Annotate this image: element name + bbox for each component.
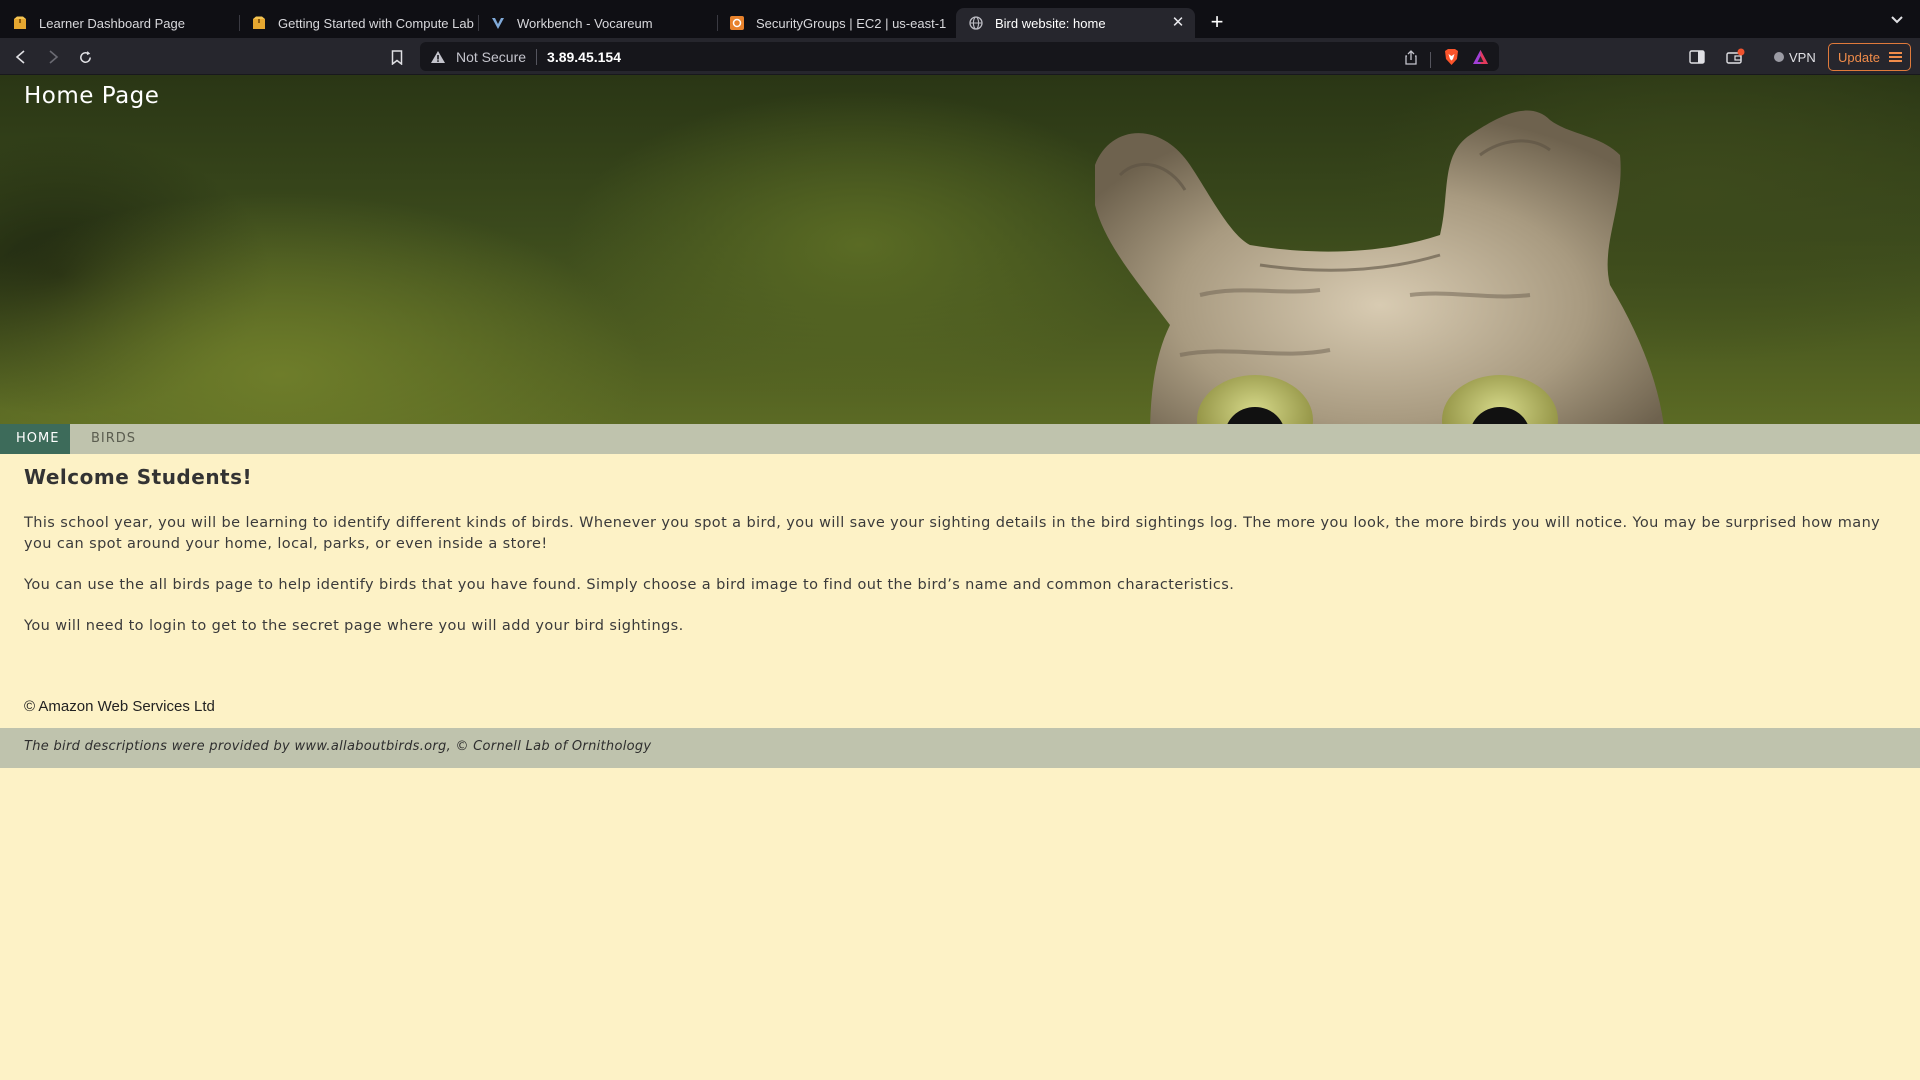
aws-box-icon — [251, 15, 267, 31]
address-bar[interactable]: Not Secure 3.89.45.154 — [420, 42, 1499, 71]
bookmark-icon[interactable] — [385, 45, 409, 69]
main-content: Welcome Students! This school year, you … — [24, 465, 1894, 637]
share-icon[interactable] — [1404, 49, 1418, 70]
vpn-label: VPN — [1789, 49, 1816, 65]
tab-title: Bird website: home — [995, 15, 1106, 31]
tab-title: Getting Started with Compute Lab — [278, 15, 474, 31]
update-label: Update — [1838, 49, 1880, 65]
copyright-text: © Amazon Web Services Ltd — [24, 698, 215, 715]
forward-icon[interactable] — [41, 45, 65, 69]
reload-icon[interactable] — [73, 45, 97, 69]
tab-title: Workbench - Vocareum — [517, 15, 653, 31]
chevron-down-icon[interactable] — [1888, 10, 1906, 28]
brave-rewards-icon[interactable] — [1472, 49, 1489, 70]
login-paragraph: You will need to login to get to the sec… — [24, 618, 684, 634]
aws-box-icon — [12, 15, 28, 31]
globe-icon — [968, 15, 984, 31]
menu-icon — [1889, 52, 1902, 62]
new-tab-button[interactable]: + — [1201, 8, 1233, 38]
tab-title: SecurityGroups | EC2 | us-east-1 — [756, 15, 947, 31]
footer-attribution: The bird descriptions were provided by w… — [24, 739, 652, 754]
nav-home[interactable]: HOME — [0, 424, 70, 454]
nav-birds[interactable]: BIRDS — [75, 424, 152, 454]
sidebar-icon[interactable] — [1685, 45, 1709, 69]
brave-shields-icon[interactable] — [1443, 48, 1460, 71]
site-nav: HOME BIRDS — [0, 424, 1920, 454]
intro-paragraph: This school year, you will be learning t… — [24, 515, 1881, 552]
url-text[interactable]: 3.89.45.154 — [547, 49, 621, 65]
update-button[interactable]: Update — [1828, 43, 1911, 71]
tab-security-groups[interactable]: SecurityGroups | EC2 | us-east-1 — [717, 8, 956, 38]
warning-icon — [430, 49, 446, 65]
security-status-label[interactable]: Not Secure — [456, 49, 526, 65]
vocareum-icon — [490, 15, 506, 31]
birds-page-paragraph: You can use the all birds page to help i… — [24, 577, 1235, 593]
browser-tab-bar: Learner Dashboard Page Getting Started w… — [0, 0, 1920, 38]
close-tab-icon[interactable]: ✕ — [1169, 14, 1187, 32]
browser-toolbar: Not Secure 3.89.45.154 VPN Update — [0, 38, 1920, 75]
welcome-heading: Welcome Students! — [24, 465, 253, 489]
tab-workbench-vocareum[interactable]: Workbench - Vocareum — [478, 8, 717, 38]
aws-console-icon — [729, 15, 745, 31]
tab-bird-website[interactable]: Bird website: home ✕ — [956, 8, 1195, 38]
tab-learner-dashboard[interactable]: Learner Dashboard Page — [0, 8, 239, 38]
tab-title: Learner Dashboard Page — [39, 15, 185, 31]
web-page: Home Page HOME BIRDS Welcome Students! T… — [0, 75, 1920, 1080]
vpn-button[interactable]: VPN — [1768, 46, 1822, 68]
address-divider — [1430, 51, 1431, 68]
vpn-status-icon — [1774, 52, 1784, 62]
site-footer: The bird descriptions were provided by w… — [0, 728, 1920, 768]
wallet-icon[interactable] — [1724, 45, 1748, 69]
address-divider — [536, 48, 538, 65]
hero-banner: Home Page — [0, 75, 1920, 424]
back-icon[interactable] — [9, 45, 33, 69]
owl-image — [1095, 110, 1664, 424]
tab-getting-started[interactable]: Getting Started with Compute Lab — [239, 8, 478, 38]
page-title: Home Page — [24, 83, 160, 109]
